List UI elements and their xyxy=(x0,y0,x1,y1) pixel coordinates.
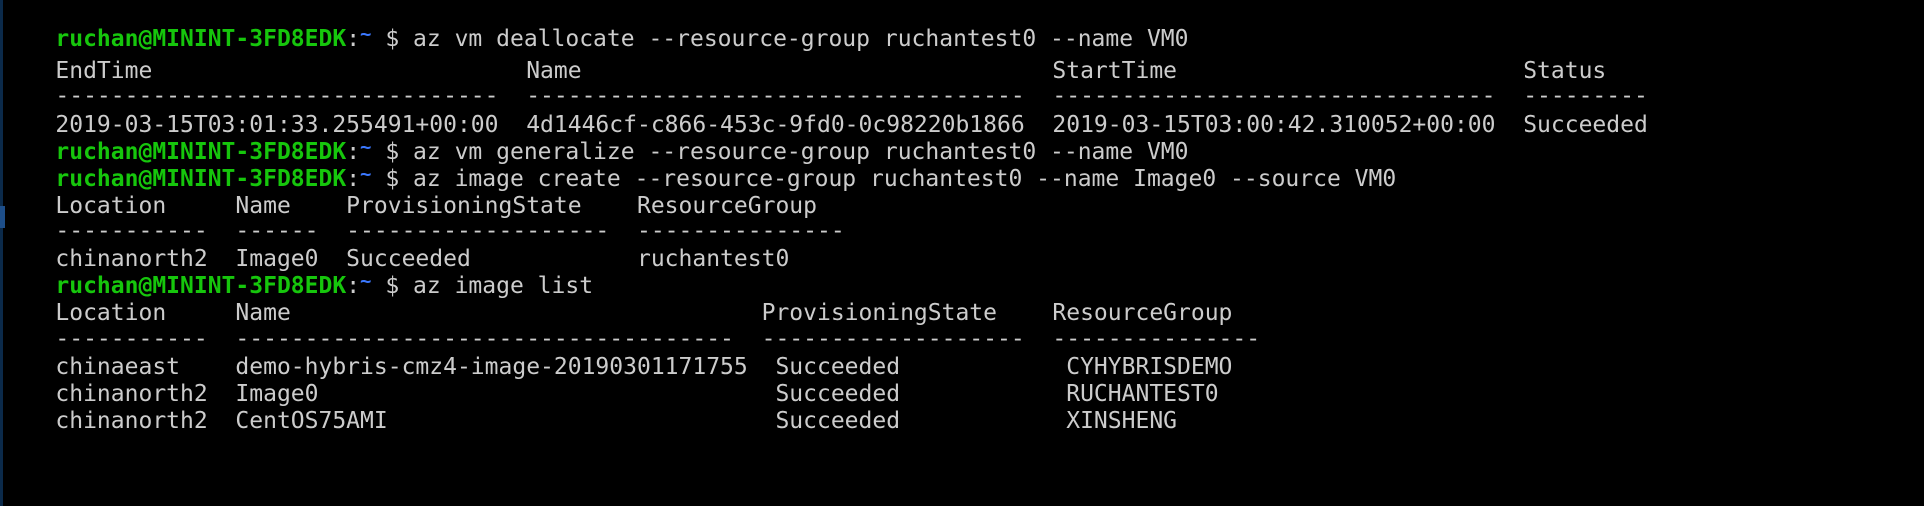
terminal-line-table-row: chinanorth2 Image0 Succeeded ruchantest0 xyxy=(0,219,789,272)
terminal-line-command: ruchan@MININT-3FD8EDK:~ $ az image list xyxy=(0,246,593,299)
terminal-line-table-header: Location Name ProvisioningState Resource… xyxy=(0,273,1232,326)
terminal-window[interactable]: ruchan@MININT-3FD8EDK:~ $ az vm dealloca… xyxy=(0,0,1924,506)
terminal-line-table-header: Location Name ProvisioningState Resource… xyxy=(0,166,817,219)
terminal-line-table-rule: -------------------------------- -------… xyxy=(0,56,1647,109)
cursor-marker xyxy=(0,206,5,228)
terminal-line-command: ruchan@MININT-3FD8EDK:~ $ az vm generali… xyxy=(0,112,1188,165)
terminal-line-table-header: EndTime Name StartTime Status xyxy=(0,31,1606,84)
terminal-line-command: ruchan@MININT-3FD8EDK:~ $ az image creat… xyxy=(0,139,1396,192)
terminal-line-table-row: 2019-03-15T03:01:33.255491+00:00 4d1446c… xyxy=(0,85,1647,138)
terminal-line-table-rule: ----------- ------ ------------------- -… xyxy=(0,191,844,244)
terminal-line-command-partial: ruchan@MININT-3FD8EDK:~ $ xyxy=(0,408,413,420)
terminal-line-table-row: chinanorth2 CentOS75AMI Succeeded XINSHE… xyxy=(0,381,1177,434)
terminal-line-table-row: chinaeast demo-hybris-cmz4-image-2019030… xyxy=(0,327,1232,380)
terminal-line-table-row: chinanorth2 Image0 Succeeded RUCHANTEST0 xyxy=(0,354,1218,407)
terminal-line-table-rule: ----------- ----------------------------… xyxy=(0,299,1260,352)
terminal-line-command: ruchan@MININT-3FD8EDK:~ $ az vm dealloca… xyxy=(0,0,1188,52)
